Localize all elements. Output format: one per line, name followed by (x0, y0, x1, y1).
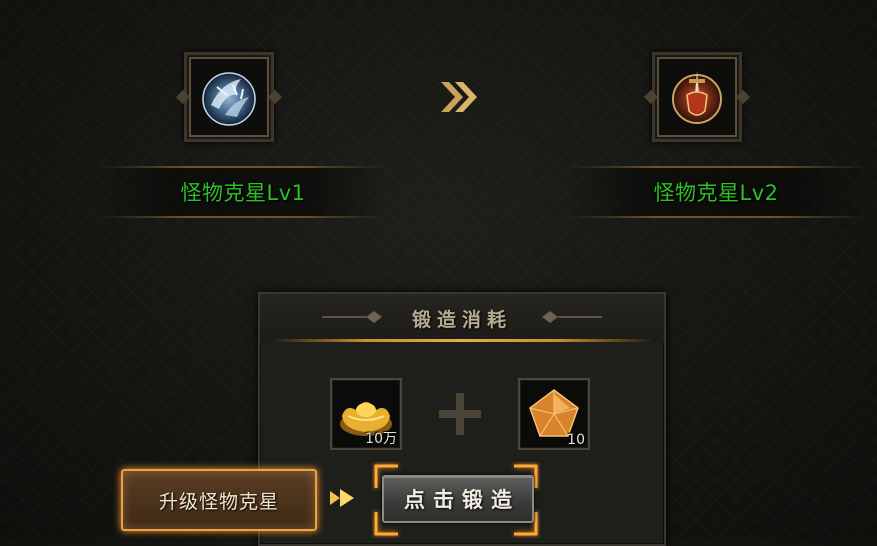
gold-cost-quantity: 10万 (365, 431, 397, 447)
forge-button-area: 点击锻造 (372, 462, 540, 538)
plus-icon (439, 393, 481, 435)
gold-cost-slot[interactable]: 10万 (330, 378, 402, 450)
upgrade-skill-tab-label: 升级怪物克星 (158, 490, 279, 513)
upgrade-skill-tab[interactable]: 升级怪物克星 (121, 469, 317, 531)
ornament-left-icon (322, 311, 382, 323)
gem-cost-quantity: 10 (567, 432, 585, 448)
current-skill-name: 怪物克星Lv1 (180, 181, 306, 205)
forge-cost-title: 锻造消耗 (411, 308, 512, 331)
ornament-right-icon (542, 311, 602, 323)
forge-button[interactable]: 点击锻造 (382, 475, 534, 523)
next-skill-slot[interactable] (652, 52, 742, 142)
current-skill-name-plate: 怪物克星Lv1 (98, 166, 388, 218)
forge-cost-header: 锻造消耗 (260, 294, 664, 342)
current-skill-slot[interactable] (184, 52, 274, 142)
blue-beast-claw-skill-icon (202, 72, 256, 126)
forge-button-label: 点击锻造 (404, 488, 520, 512)
gem-cost-slot[interactable]: 10 (518, 378, 590, 450)
double-arrow-right-icon (330, 489, 354, 507)
next-skill-name-plate: 怪物克星Lv2 (566, 166, 866, 218)
red-shield-sword-skill-icon (672, 71, 722, 124)
next-skill-name: 怪物克星Lv2 (653, 181, 779, 205)
double-chevron-right-icon (441, 82, 477, 112)
